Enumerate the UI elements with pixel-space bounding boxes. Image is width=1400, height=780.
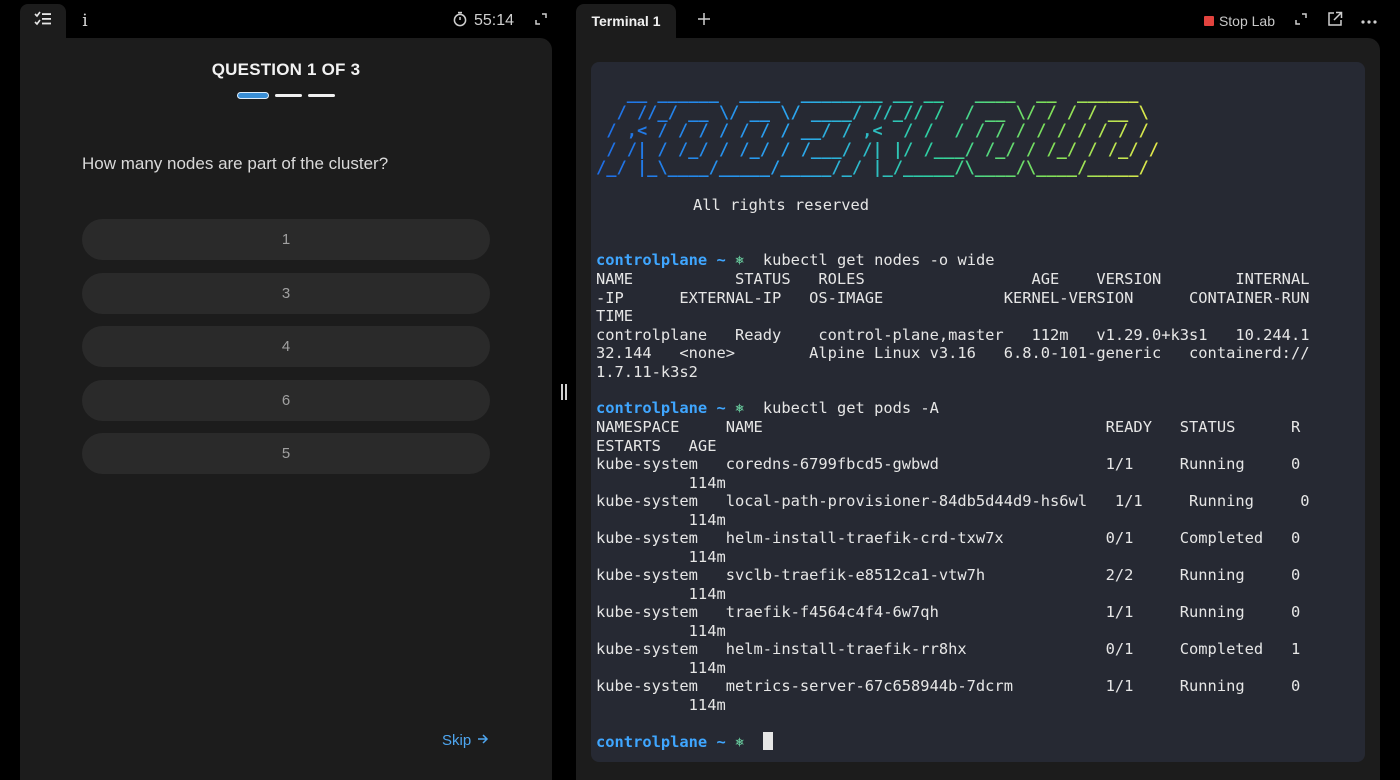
answer-options: 1 3 4 6 5 — [82, 219, 490, 487]
open-external-button[interactable] — [1324, 4, 1346, 38]
arrow-right-icon — [477, 732, 489, 749]
question-title: QUESTION 1 OF 3 — [211, 60, 361, 79]
external-link-icon — [1327, 11, 1343, 32]
kubernetes-icon: ⎈ — [735, 733, 745, 751]
info-tab[interactable]: i — [72, 4, 98, 38]
quiz-tabbar: i 55:14 — [20, 4, 552, 38]
kubernetes-icon: ⎈ — [735, 399, 745, 417]
expand-icon — [1294, 12, 1308, 31]
timer-value: 55:14 — [473, 12, 514, 29]
terminal-cursor — [762, 732, 773, 750]
quiz-tab[interactable] — [20, 4, 66, 38]
prompt-line-1: controlplane ~ ⎈ kubectl get nodes -o wi… — [596, 251, 995, 269]
timer: 55:14 — [452, 4, 514, 38]
rights-text: All rights reserved — [693, 196, 870, 214]
answer-option[interactable]: 4 — [82, 326, 490, 367]
question-progress — [20, 92, 552, 99]
expand-icon — [534, 12, 548, 31]
terminal-tabbar: Terminal 1 Stop Lab — [576, 4, 1380, 38]
answer-option[interactable]: 3 — [82, 272, 490, 314]
stop-lab-button[interactable]: Stop Lab — [1203, 4, 1275, 38]
add-terminal-button[interactable] — [692, 4, 716, 38]
stop-lab-label: Stop Lab — [1218, 13, 1275, 29]
quiz-panel: QUESTION 1 OF 3 How many nodes are part … — [20, 38, 552, 780]
command-text: kubectl get nodes -o wide — [762, 251, 995, 269]
question-text: How many nodes are part of the cluster? — [82, 154, 389, 173]
more-icon — [1361, 12, 1377, 30]
terminal-screen[interactable]: __ ______ ____ ________ __ __ ____ __ __… — [591, 62, 1365, 762]
expand-quiz-button[interactable] — [530, 4, 552, 38]
prompt-line-2: controlplane ~ ⎈ kubectl get pods -A — [596, 399, 939, 417]
tab-terminal-1[interactable]: Terminal 1 — [576, 4, 676, 38]
skip-button[interactable]: Skip — [442, 732, 489, 749]
ascii-logo: __ ______ ____ ________ __ __ ____ __ __… — [596, 84, 1159, 178]
command-text: kubectl get pods -A — [762, 399, 939, 417]
progress-step-1 — [237, 92, 269, 99]
kubernetes-icon: ⎈ — [735, 251, 745, 269]
prompt-line-3: controlplane ~ ⎈ — [596, 732, 773, 752]
nodes-output: NAME STATUS ROLES AGE VERSION INTERNAL -I… — [596, 270, 1310, 381]
progress-step-3 — [308, 94, 335, 97]
panel-resize-handle[interactable] — [558, 384, 570, 404]
answer-option[interactable]: 5 — [82, 433, 490, 474]
answer-option[interactable]: 6 — [82, 379, 490, 421]
info-icon: i — [82, 11, 88, 31]
expand-terminal-button[interactable] — [1290, 4, 1312, 38]
checklist-icon — [34, 11, 52, 32]
stopwatch-icon — [452, 11, 468, 32]
stop-icon — [1203, 16, 1214, 26]
pods-output: NAMESPACE NAME READY STATUS R ESTARTS AGE… — [596, 418, 1310, 714]
skip-label: Skip — [442, 732, 472, 749]
progress-step-2 — [275, 94, 302, 97]
more-options-button[interactable] — [1358, 4, 1380, 38]
answer-option[interactable]: 1 — [82, 219, 490, 260]
plus-icon — [697, 12, 711, 31]
